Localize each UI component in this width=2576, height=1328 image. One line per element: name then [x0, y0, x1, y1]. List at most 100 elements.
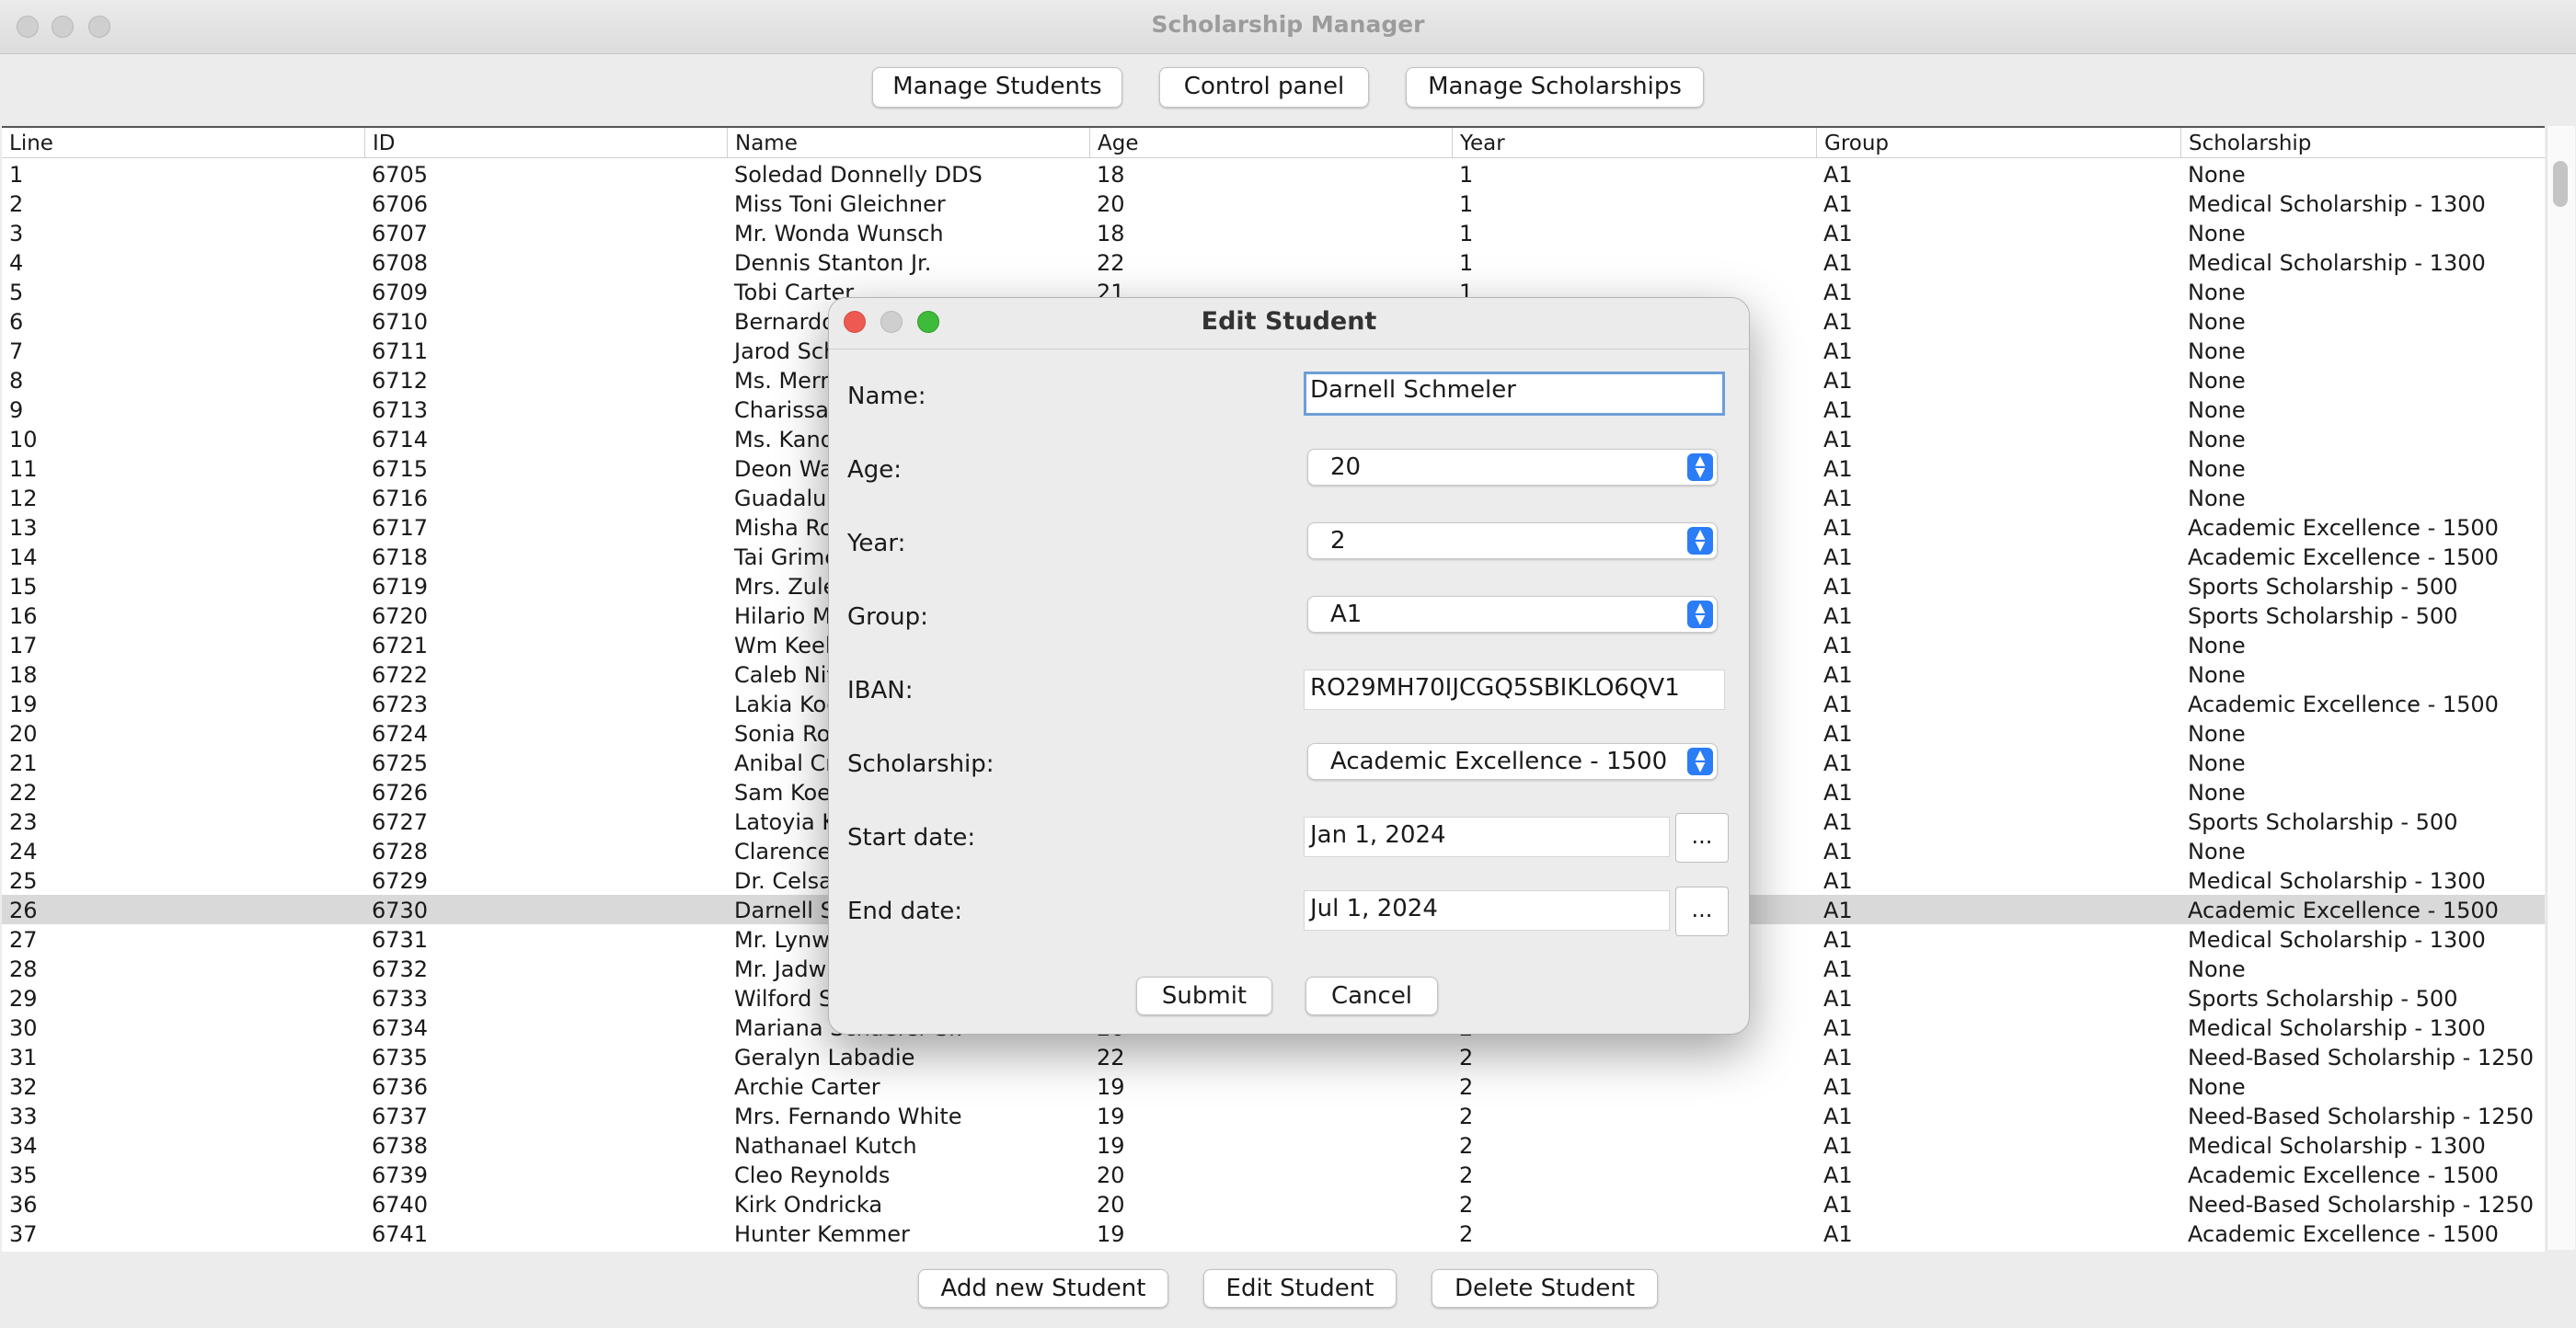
table-row[interactable]: 34 6738 Nathanael Kutch 19 2 A1 Medical Schola…: [2, 1130, 2545, 1160]
cancel-button[interactable]: Cancel: [1305, 977, 1438, 1015]
cell-id: 6724: [372, 721, 429, 747]
table-row[interactable]: 1 6705 Soledad Donnelly DDS 18 1 A1 None: [2, 159, 2545, 189]
group-select[interactable]: A1 ▲ ▼: [1307, 596, 1718, 633]
cell-scholarship: None: [2188, 338, 2246, 364]
table-row[interactable]: 35 6739 Cleo Reynolds 20 2 A1 Academic Excelle…: [2, 1160, 2545, 1189]
cell-year: 2: [1459, 1045, 1474, 1070]
table-row[interactable]: 2 6706 Miss Toni Gleichner 20 1 A1 Medical Sch…: [2, 189, 2545, 218]
cell-scholarship: None: [2188, 721, 2246, 747]
table-row[interactable]: 36 6740 Kirk Ondricka 20 2 A1 Need-Based Schol…: [2, 1189, 2545, 1219]
cell-id: 6721: [372, 633, 429, 658]
cell-group: A1: [1823, 839, 1853, 864]
cell-line: 19: [9, 692, 38, 717]
table-row[interactable]: 3 6707 Mr. Wonda Wunsch 18 1 A1 None: [2, 218, 2545, 247]
column-header-year[interactable]: Year: [1452, 128, 1816, 157]
cell-id: 6729: [372, 868, 429, 894]
table-row[interactable]: 33 6737 Mrs. Fernando White 19 2 A1 Need-Based…: [2, 1101, 2545, 1130]
cell-age: 19: [1097, 1221, 1125, 1247]
year-select[interactable]: 2 ▲ ▼: [1307, 522, 1718, 559]
cell-id: 6711: [372, 338, 429, 364]
title-bar[interactable]: Scholarship Manager: [0, 0, 2576, 54]
start-date-picker-button[interactable]: ...: [1675, 813, 1729, 863]
delete-student-button[interactable]: Delete Student: [1432, 1269, 1658, 1308]
cell-id: 6705: [372, 162, 429, 188]
cell-line: 20: [9, 721, 38, 747]
scholarship-select[interactable]: Academic Excellence - 1500 ▲ ▼: [1307, 743, 1718, 780]
window-title: Scholarship Manager: [1151, 11, 1425, 38]
cell-id: 6715: [372, 456, 429, 482]
table-row[interactable]: 32 6736 Archie Carter 19 2 A1 None: [2, 1071, 2545, 1101]
cell-scholarship: Academic Excellence - 1500: [2188, 692, 2499, 717]
cell-id: 6717: [372, 515, 429, 541]
cell-id: 6706: [372, 191, 429, 217]
scrollbar-thumb[interactable]: [2553, 161, 2568, 207]
cell-line: 34: [9, 1133, 38, 1159]
cell-id: 6718: [372, 544, 429, 570]
cell-id: 6725: [372, 750, 429, 776]
cell-name: Mrs. Fernando White: [734, 1104, 962, 1129]
edit-student-button[interactable]: Edit Student: [1203, 1269, 1397, 1308]
cell-line: 1: [9, 162, 24, 188]
cell-line: 29: [9, 986, 38, 1012]
iban-field[interactable]: RO29MH70IJCGQ5SBIKLO6QV1: [1304, 670, 1725, 710]
cell-line: 26: [9, 898, 38, 923]
cell-group: A1: [1823, 1133, 1853, 1159]
cell-scholarship: None: [2188, 397, 2246, 423]
submit-button[interactable]: Submit: [1136, 977, 1272, 1015]
cell-id: 6719: [372, 574, 429, 600]
cell-id: 6739: [372, 1162, 429, 1188]
table-scrollbar[interactable]: [2547, 126, 2575, 1250]
group-value: A1: [1330, 601, 1363, 628]
column-header-group[interactable]: Group: [1816, 128, 2180, 157]
cell-id: 6731: [372, 927, 429, 953]
cell-id: 6726: [372, 780, 429, 806]
cell-id: 6712: [372, 368, 429, 394]
age-value: 20: [1330, 453, 1362, 481]
group-label: Group:: [847, 603, 928, 631]
column-header-line[interactable]: Line: [2, 128, 364, 157]
column-header-name[interactable]: Name: [727, 128, 1089, 157]
cell-scholarship: None: [2188, 162, 2246, 188]
year-label: Year:: [847, 530, 906, 557]
cell-group: A1: [1823, 692, 1853, 717]
cell-group: A1: [1823, 603, 1853, 629]
cell-scholarship: None: [2188, 780, 2246, 806]
cell-group: A1: [1823, 574, 1853, 600]
cell-line: 17: [9, 633, 38, 658]
cell-age: 19: [1097, 1074, 1125, 1100]
dialog-title-bar[interactable]: Edit Student: [829, 298, 1749, 349]
cell-line: 32: [9, 1074, 38, 1100]
cell-line: 25: [9, 868, 38, 894]
cell-group: A1: [1823, 544, 1853, 570]
start-date-field[interactable]: Jan 1, 2024: [1304, 817, 1670, 857]
manage-students-button[interactable]: Manage Students: [872, 67, 1122, 108]
cell-id: 6741: [372, 1221, 429, 1247]
control-panel-button[interactable]: Control panel: [1159, 67, 1369, 108]
column-header-age[interactable]: Age: [1089, 128, 1452, 157]
name-field[interactable]: Darnell Schmeler: [1304, 372, 1725, 416]
cell-scholarship: None: [2188, 368, 2246, 394]
end-date-field[interactable]: Jul 1, 2024: [1304, 890, 1670, 931]
cell-group: A1: [1823, 368, 1853, 394]
cell-scholarship: Need-Based Scholarship - 1250: [2188, 1192, 2535, 1218]
cell-scholarship: None: [2188, 839, 2246, 864]
cell-group: A1: [1823, 1104, 1853, 1129]
cell-group: A1: [1823, 780, 1853, 806]
cell-line: 30: [9, 1015, 38, 1041]
table-row[interactable]: 4 6708 Dennis Stanton Jr. 22 1 A1 Medical Scho…: [2, 247, 2545, 277]
manage-scholarships-button[interactable]: Manage Scholarships: [1406, 67, 1704, 108]
add-student-button[interactable]: Add new Student: [918, 1269, 1168, 1308]
age-select[interactable]: 20 ▲ ▼: [1307, 449, 1718, 486]
table-row[interactable]: 37 6741 Hunter Kemmer 19 2 A1 Academic Excelle…: [2, 1219, 2545, 1248]
column-header-id[interactable]: ID: [364, 128, 727, 157]
cell-id: 6716: [372, 486, 429, 511]
cell-group: A1: [1823, 1074, 1853, 1100]
cell-line: 2: [9, 191, 24, 217]
end-date-picker-button[interactable]: ...: [1675, 887, 1729, 936]
cell-group: A1: [1823, 868, 1853, 894]
table-row[interactable]: 31 6735 Geralyn Labadie 22 2 A1 Need-Based Sch…: [2, 1042, 2545, 1071]
cell-line: 5: [9, 280, 24, 305]
cell-id: 6728: [372, 839, 429, 864]
cell-line: 37: [9, 1221, 38, 1247]
column-header-scholarship[interactable]: Scholarship: [2180, 128, 2545, 157]
